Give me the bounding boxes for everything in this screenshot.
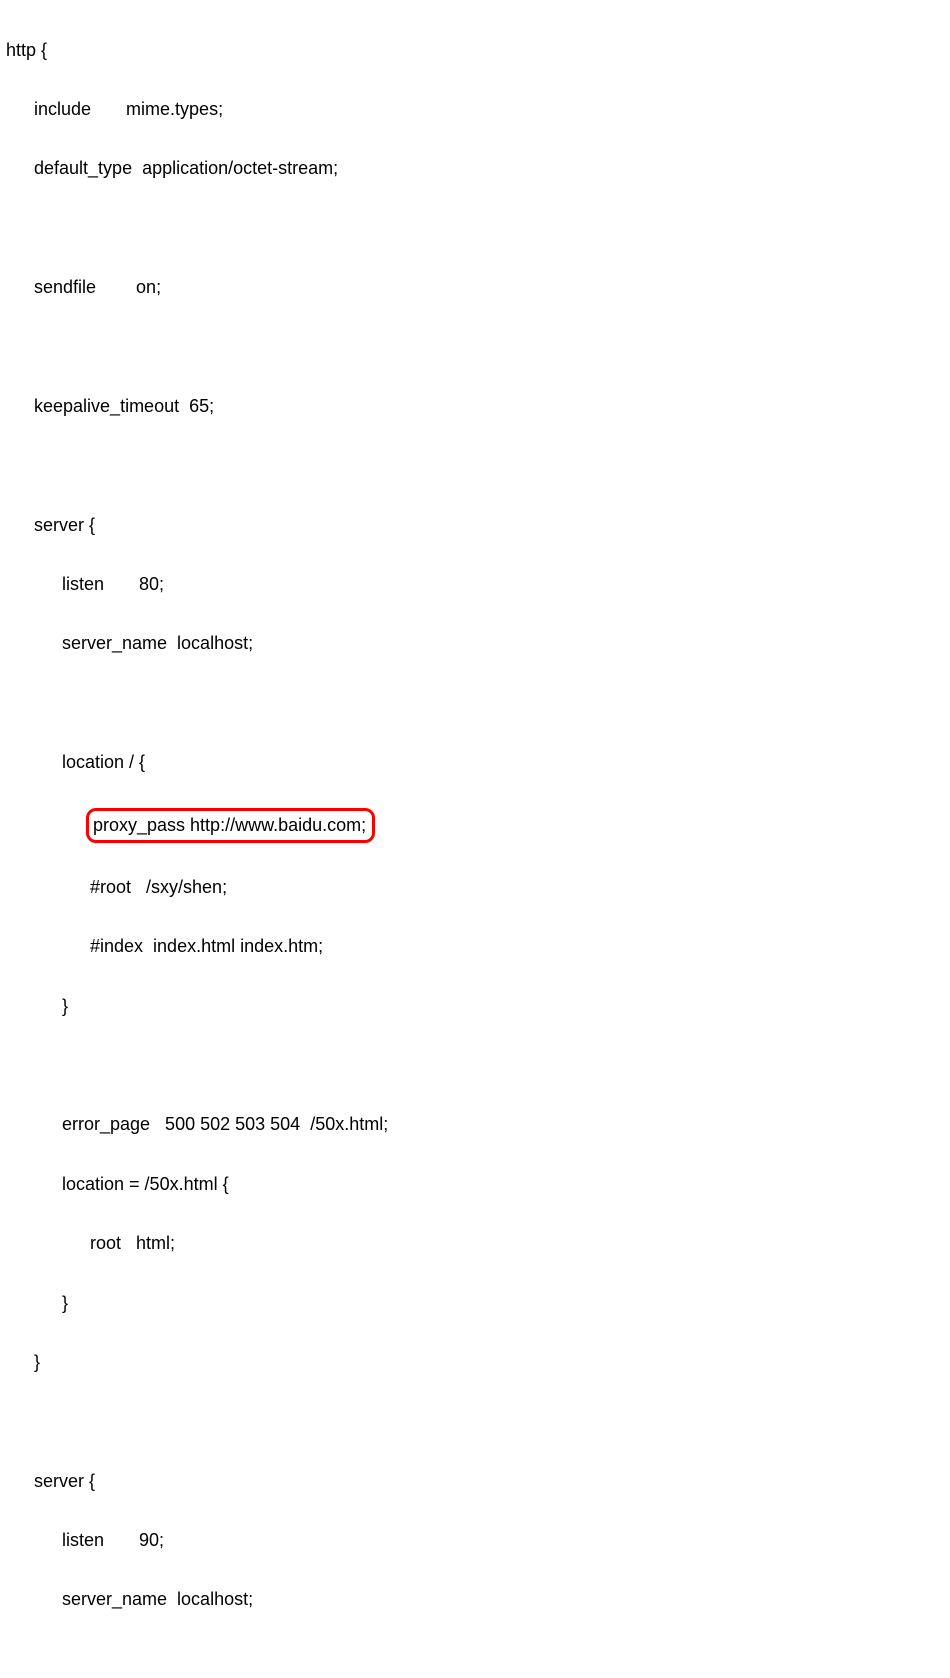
code-line: [6, 214, 950, 244]
code-line-highlighted: proxy_pass http://www.baidu.com;: [6, 808, 950, 844]
code-line: default_type application/octet-stream;: [6, 154, 950, 184]
code-line: location = /50x.html {: [6, 1170, 950, 1200]
code-line: root html;: [6, 1229, 950, 1259]
code-line: [6, 1407, 950, 1437]
code-line: [6, 451, 950, 481]
code-line: #root /sxy/shen;: [6, 873, 950, 903]
nginx-config-code: http { include mime.types; default_type …: [6, 6, 950, 1678]
code-line: }: [6, 1348, 950, 1378]
code-line: http {: [6, 36, 950, 66]
code-line: keepalive_timeout 65;: [6, 392, 950, 422]
code-line: listen 80;: [6, 570, 950, 600]
code-line: server_name localhost;: [6, 1585, 950, 1615]
highlight-box: proxy_pass http://www.baidu.com;: [86, 808, 375, 844]
code-line: [6, 689, 950, 719]
code-line: listen 90;: [6, 1526, 950, 1556]
code-line: [6, 1051, 950, 1081]
code-line: server {: [6, 511, 950, 541]
code-line: error_page 500 502 503 504 /50x.html;: [6, 1110, 950, 1140]
code-line: #index index.html index.htm;: [6, 932, 950, 962]
code-line: location / {: [6, 748, 950, 778]
code-line: server_name localhost;: [6, 629, 950, 659]
code-line: server {: [6, 1467, 950, 1497]
code-line: }: [6, 1289, 950, 1319]
code-line: [6, 1645, 950, 1675]
code-line: sendfile on;: [6, 273, 950, 303]
code-line: }: [6, 992, 950, 1022]
code-line: [6, 333, 950, 363]
code-line: include mime.types;: [6, 95, 950, 125]
